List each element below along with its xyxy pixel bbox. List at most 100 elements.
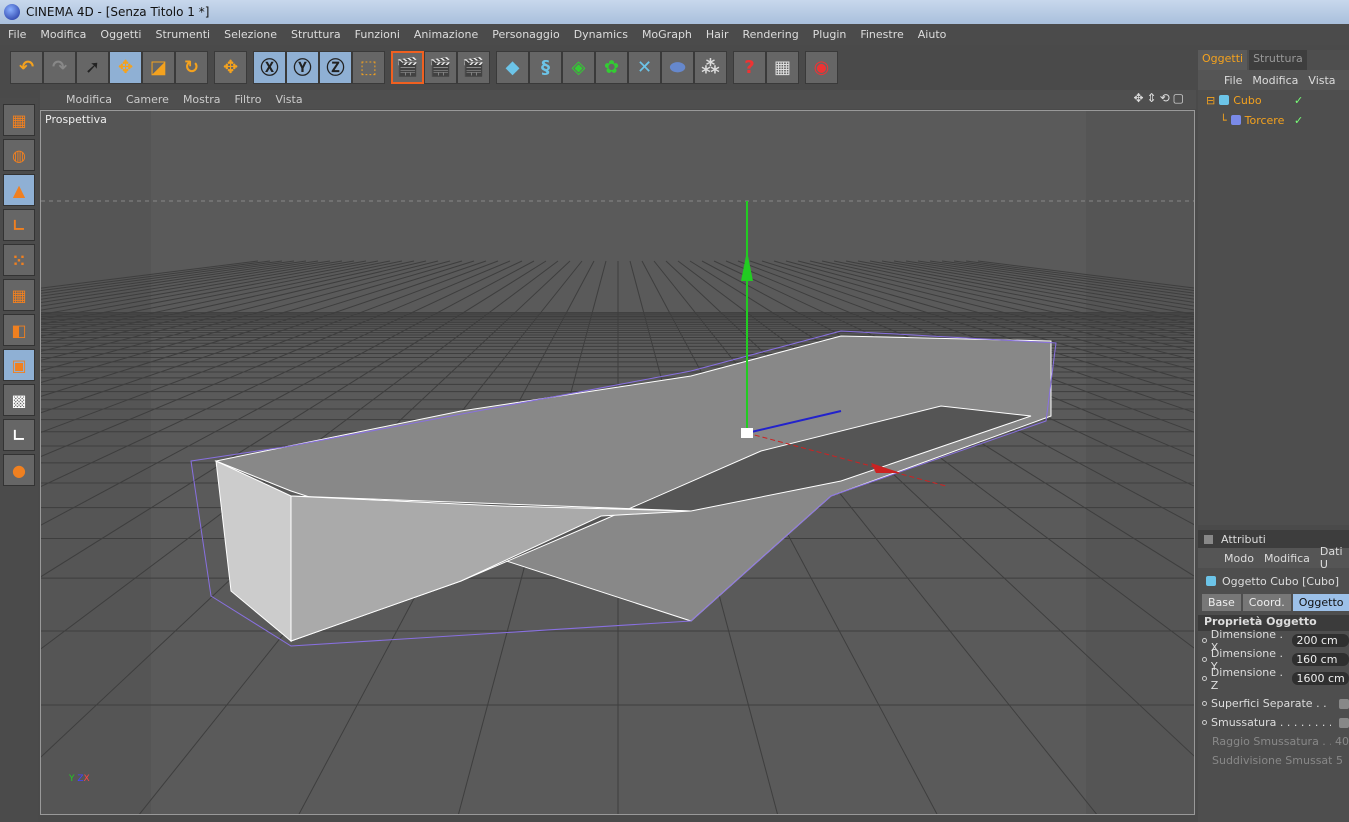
redo-icon[interactable]: ↷ <box>43 50 76 84</box>
fillet-radius-input: 40 <box>1335 735 1349 748</box>
model-mode-icon[interactable]: ▲ <box>3 174 35 206</box>
tab-oggetti[interactable]: Oggetti <box>1198 50 1248 70</box>
obj-menu-vista[interactable]: Vista <box>1308 74 1335 87</box>
obj-menu-modifica[interactable]: Modifica <box>1252 74 1298 87</box>
fillet-checkbox[interactable] <box>1339 717 1349 728</box>
menu-rendering[interactable]: Rendering <box>743 28 799 41</box>
polygons-mode-icon[interactable]: ◧ <box>3 314 35 346</box>
coordinate-system-icon[interactable]: ⬚ <box>352 50 385 84</box>
menu-plugin[interactable]: Plugin <box>813 28 847 41</box>
pan-icon[interactable]: ✥ <box>1133 91 1143 105</box>
spline-icon[interactable]: § <box>529 50 562 84</box>
object-item-cubo[interactable]: ⊟ Cubo ✓ <box>1198 90 1349 110</box>
vp-menu-filtro[interactable]: Filtro <box>234 93 261 106</box>
vp-menu-vista[interactable]: Vista <box>275 93 302 106</box>
scene-canvas <box>41 111 1194 814</box>
menu-strumenti[interactable]: Strumenti <box>155 28 210 41</box>
tab-base[interactable]: Base <box>1202 594 1241 611</box>
select-tool-icon[interactable]: ➚ <box>76 50 109 84</box>
sculpt-icon[interactable]: ● <box>3 454 35 486</box>
scene-icon[interactable]: ⬬ <box>661 50 694 84</box>
menu-hair[interactable]: Hair <box>706 28 729 41</box>
help-icon[interactable]: ? <box>733 50 766 84</box>
obj-menu-file[interactable]: File <box>1224 74 1242 87</box>
maximize-icon[interactable]: ▢ <box>1173 91 1184 105</box>
attributes-header: Attributi <box>1221 532 1266 546</box>
attributes-panel: Attributi Modo Modifica Dati U Oggetto Cub… <box>1198 530 1349 822</box>
viewport-nav: ✥ ⇕ ⟲ ▢ <box>1133 91 1184 105</box>
enabled-check-icon[interactable]: ✓ <box>1294 114 1303 127</box>
enabled-check-icon[interactable]: ✓ <box>1294 94 1303 107</box>
zoom-icon[interactable]: ⇕ <box>1147 91 1157 105</box>
render-view-icon[interactable]: 🎬 <box>391 50 424 84</box>
menu-oggetti[interactable]: Oggetti <box>100 28 141 41</box>
web-icon[interactable]: ◉ <box>805 50 838 84</box>
light-icon[interactable]: ⁂ <box>694 50 727 84</box>
menu-dynamics[interactable]: Dynamics <box>574 28 628 41</box>
menu-personaggio[interactable]: Personaggio <box>492 28 559 41</box>
menu-aiuto[interactable]: Aiuto <box>918 28 947 41</box>
menu-selezione[interactable]: Selezione <box>224 28 277 41</box>
object-title: Oggetto Cubo [Cubo] <box>1222 574 1340 588</box>
dimension-x-input[interactable]: 200 cm <box>1292 634 1349 647</box>
y-axis-lock-icon[interactable]: Ⓨ <box>286 50 319 84</box>
cube-icon <box>1206 576 1216 586</box>
axis-x-label: X <box>83 774 90 784</box>
render-settings-icon[interactable]: 🎬 <box>457 50 490 84</box>
object-item-torcere[interactable]: └ Torcere ✓ <box>1198 110 1349 130</box>
main-toolbar: ↶ ↷ ➚ ✥ ◪ ↻ ✥ Ⓧ Ⓨ Ⓩ ⬚ 🎬 🎬 🎬 ◆ § ◈ ✿ ✕ ⬬ … <box>0 47 1196 87</box>
layout-icon[interactable]: ▦ <box>3 104 35 136</box>
nurbs-icon[interactable]: ◈ <box>562 50 595 84</box>
tab-oggetto[interactable]: Oggetto <box>1292 594 1349 611</box>
array-icon[interactable]: ✿ <box>595 50 628 84</box>
dimension-y-input[interactable]: 160 cm <box>1292 653 1349 666</box>
viewport-label: Prospettiva <box>45 113 107 126</box>
table-icon[interactable]: ▦ <box>766 50 799 84</box>
last-tool-icon[interactable]: ✥ <box>214 50 247 84</box>
separate-surfaces-checkbox[interactable] <box>1339 698 1349 709</box>
field-label: Superfici Separate . . . . . <box>1211 697 1331 710</box>
attr-menu-dati[interactable]: Dati U <box>1320 545 1349 571</box>
menu-modifica[interactable]: Modifica <box>40 28 86 41</box>
x-axis-lock-icon[interactable]: Ⓧ <box>253 50 286 84</box>
viewport-perspective[interactable]: Prospettiva Y ZX <box>40 110 1195 815</box>
menu-finestre[interactable]: Finestre <box>860 28 903 41</box>
render-picture-viewer-icon[interactable]: 🎬 <box>424 50 457 84</box>
menu-mograph[interactable]: MoGraph <box>642 28 692 41</box>
move-tool-icon[interactable]: ✥ <box>109 50 142 84</box>
vp-menu-modifica[interactable]: Modifica <box>66 93 112 106</box>
attr-menu-modifica[interactable]: Modifica <box>1264 552 1310 565</box>
menu-file[interactable]: File <box>8 28 26 41</box>
cube-primitive-icon[interactable]: ◆ <box>496 50 529 84</box>
scale-tool-icon[interactable]: ◪ <box>142 50 175 84</box>
dimension-z-input[interactable]: 1600 cm <box>1292 672 1349 685</box>
make-editable-icon[interactable]: ◍ <box>3 139 35 171</box>
menu-struttura[interactable]: Struttura <box>291 28 341 41</box>
tab-struttura[interactable]: Struttura <box>1249 50 1307 70</box>
tab-coord[interactable]: Coord. <box>1242 594 1291 611</box>
z-axis-lock-icon[interactable]: Ⓩ <box>319 50 352 84</box>
workplane-icon[interactable]: ∟ <box>3 419 35 451</box>
edges-mode-icon[interactable]: ▦ <box>3 279 35 311</box>
vp-menu-mostra[interactable]: Mostra <box>183 93 221 106</box>
texture-mode-icon[interactable]: ▣ <box>3 349 35 381</box>
deformer-icon[interactable]: ✕ <box>628 50 661 84</box>
rotate-tool-icon[interactable]: ↻ <box>175 50 208 84</box>
fillet-subdivision-input: 5 <box>1336 754 1343 767</box>
undo-icon[interactable]: ↶ <box>10 50 43 84</box>
field-label: Raggio Smussatura . . . . <box>1212 735 1331 748</box>
object-name: Torcere <box>1244 113 1285 127</box>
menu-funzioni[interactable]: Funzioni <box>355 28 400 41</box>
cube-icon <box>1219 95 1230 105</box>
objects-panel: Oggetti Struttura File Modifica Vista ⊟ Cub… <box>1198 50 1349 525</box>
checker-icon[interactable]: ▩ <box>3 384 35 416</box>
orbit-icon[interactable]: ⟲ <box>1160 91 1170 105</box>
menu-animazione[interactable]: Animazione <box>414 28 478 41</box>
object-axis-icon[interactable]: ∟ <box>3 209 35 241</box>
vp-menu-camere[interactable]: Camere <box>126 93 169 106</box>
axis-indicator: Y ZX <box>69 774 90 784</box>
field-label: Dimensione . Z <box>1210 665 1284 692</box>
left-toolbar: ▦ ◍ ▲ ∟ ⁙ ▦ ◧ ▣ ▩ ∟ ● <box>0 98 38 822</box>
attr-menu-modo[interactable]: Modo <box>1224 552 1254 565</box>
points-mode-icon[interactable]: ⁙ <box>3 244 35 276</box>
